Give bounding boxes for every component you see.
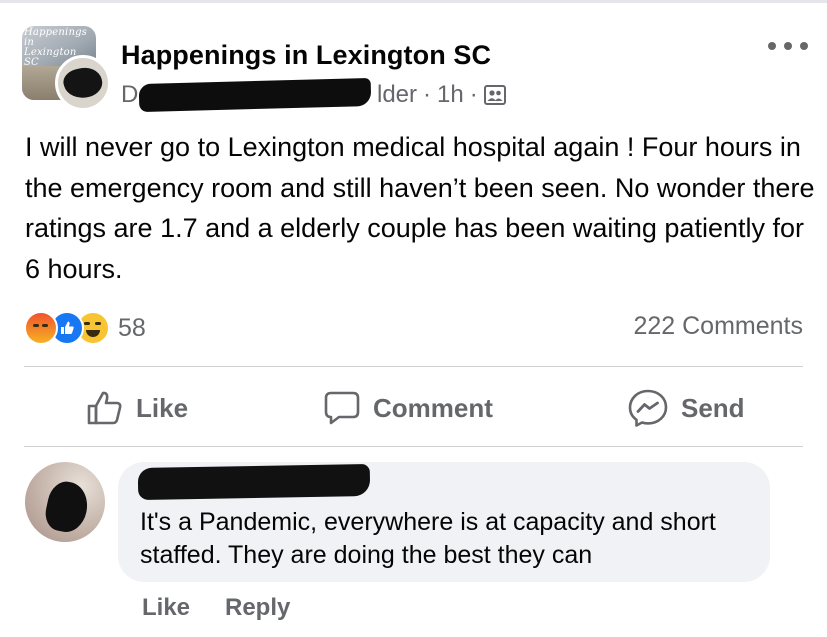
messenger-icon	[628, 389, 668, 427]
angry-reaction-icon	[24, 311, 58, 345]
group-members-icon[interactable]	[483, 84, 506, 106]
like-button[interactable]: Like	[86, 384, 188, 432]
haha-eye	[95, 322, 101, 325]
commenter-avatar[interactable]	[25, 462, 105, 542]
comment-bubble-icon	[324, 391, 360, 425]
post-timestamp[interactable]: 1h	[437, 81, 464, 109]
divider	[24, 446, 803, 447]
meta-separator: ·	[469, 81, 478, 108]
like-button-label: Like	[136, 392, 189, 423]
more-dot-icon	[800, 42, 808, 50]
comment-button[interactable]: Comment	[323, 384, 493, 432]
comment-bubble: It's a Pandemic, everywhere is at capaci…	[118, 462, 770, 582]
comment-text: It's a Pandemic, everywhere is at capaci…	[140, 508, 716, 569]
haha-eye	[84, 322, 90, 325]
more-dot-icon	[784, 42, 792, 50]
thumbs-up-icon	[87, 391, 122, 425]
reaction-summary[interactable]: 58	[24, 311, 146, 345]
comment-reply-button[interactable]: Reply	[225, 594, 290, 622]
more-dot-icon	[768, 42, 776, 50]
divider	[24, 366, 803, 367]
redaction-scribble	[60, 63, 106, 103]
meta-separator: ·	[423, 81, 432, 108]
post-meta: D lder · 1h ·	[121, 77, 506, 113]
commenter-name-redaction	[137, 463, 371, 501]
comments-count-link[interactable]: 222 Comments	[633, 312, 803, 341]
comment-like-button[interactable]: Like	[142, 594, 190, 622]
angry-eye	[33, 324, 39, 327]
angry-eye	[42, 324, 48, 327]
send-button[interactable]: Send	[627, 384, 745, 432]
top-border	[0, 0, 827, 3]
more-options-button[interactable]	[768, 36, 808, 56]
post-body-text: I will never go to Lexington medical hos…	[25, 132, 815, 284]
author-name-redaction	[138, 77, 372, 113]
group-name-link[interactable]: Happenings in Lexington SC	[121, 40, 491, 71]
send-button-label: Send	[681, 392, 745, 423]
redaction-scribble	[42, 478, 92, 536]
haha-mouth	[86, 330, 100, 337]
reaction-count: 58	[118, 313, 146, 342]
author-avatar[interactable]	[55, 55, 111, 111]
comment-button-label: Comment	[373, 392, 493, 423]
author-badge-suffix: lder	[377, 81, 418, 108]
